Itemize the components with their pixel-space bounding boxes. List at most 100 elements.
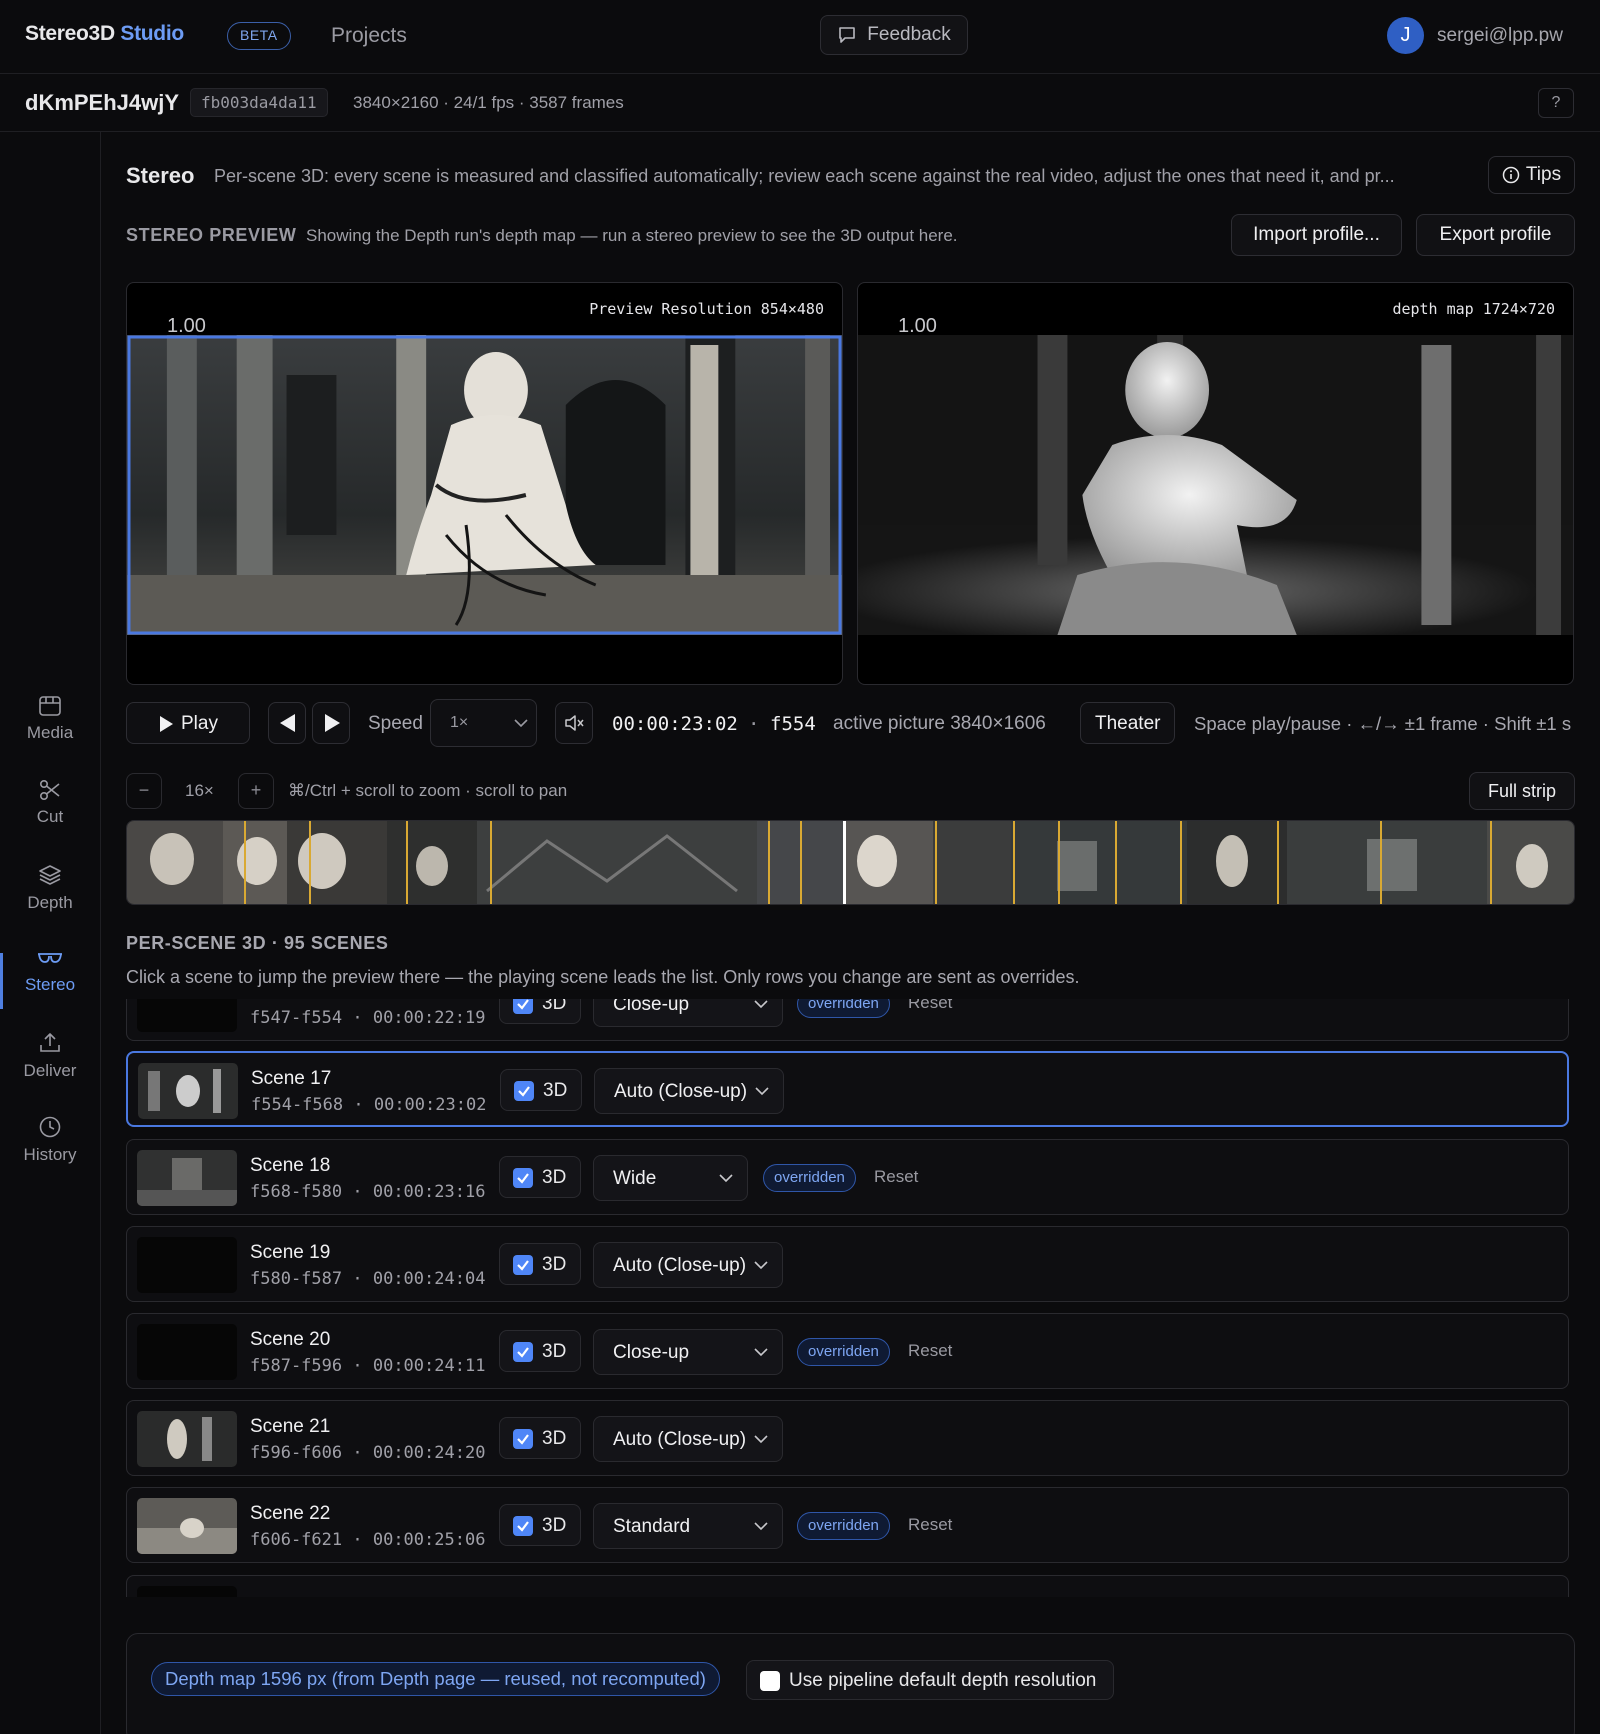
info-icon	[1502, 166, 1520, 184]
scene-profile-select[interactable]: Auto (Close-up)	[593, 1242, 783, 1288]
import-profile-button[interactable]: Import profile...	[1231, 214, 1402, 256]
scene-profile-select[interactable]: Close-up	[593, 999, 783, 1027]
scene-profile-select[interactable]: Standard	[593, 1503, 783, 1549]
cut-marker	[490, 821, 492, 904]
depth-map-panel[interactable]: depth map 1724×720 1.00	[857, 282, 1574, 685]
scene-3d-checkbox[interactable]: 3D	[499, 1330, 581, 1372]
next-frame-button[interactable]	[312, 702, 350, 744]
scene-3d-checkbox[interactable]: 3D	[499, 1243, 581, 1285]
sidebar-item-deliver[interactable]: Deliver	[0, 1031, 100, 1111]
scene-row[interactable]: Scene 20 f587-f596 · 00:00:24:11 3D Clos…	[126, 1313, 1569, 1389]
zoom-in-button[interactable]: +	[238, 773, 274, 809]
scene-thumbnail	[137, 1411, 237, 1467]
scene-profile-select[interactable]: Close-up	[593, 1329, 783, 1375]
tips-label: Tips	[1525, 164, 1562, 185]
scene-thumbnail	[137, 1324, 237, 1380]
nav-projects-link[interactable]: Projects	[331, 24, 407, 48]
scene-row[interactable]: Scene 22 f606-f621 · 00:00:25:06 3D Stan…	[126, 1487, 1569, 1563]
avatar[interactable]: J	[1387, 17, 1424, 54]
scenes-section-description: Click a scene to jump the preview there …	[126, 967, 1080, 987]
cut-marker	[1277, 821, 1279, 904]
frame-number: f554	[770, 713, 816, 735]
glasses-icon	[38, 953, 62, 963]
clock-icon	[39, 1116, 61, 1138]
timecode-separator: ·	[748, 713, 760, 735]
scene-row-selected[interactable]: Scene 17 f554-f568 · 00:00:23:02 3D Auto…	[126, 1051, 1569, 1127]
play-label: Play	[181, 713, 218, 734]
zoom-level: 16×	[185, 781, 214, 800]
scene-3d-checkbox[interactable]: 3D	[500, 1069, 582, 1111]
reset-button[interactable]: Reset	[908, 999, 952, 1013]
cut-marker	[309, 821, 311, 904]
message-icon	[839, 27, 856, 43]
cut-marker	[244, 821, 246, 904]
scene-list[interactable]: f547-f554 · 00:00:22:19 3D Close-up over…	[126, 999, 1575, 1597]
reset-button[interactable]: Reset	[908, 1515, 952, 1535]
scene-name: Scene 21	[250, 1416, 331, 1437]
feedback-button[interactable]: Feedback	[820, 15, 968, 55]
scene-3d-checkbox[interactable]: 3D	[499, 1504, 581, 1546]
scene-profile-select[interactable]: Wide	[593, 1155, 748, 1201]
scene-row[interactable]: Scene 19 f580-f587 · 00:00:24:04 3D Auto…	[126, 1226, 1569, 1302]
scenes-section-title: PER-SCENE 3D · 95 SCENES	[126, 933, 389, 953]
scene-range: f547-f554 · 00:00:22:19	[250, 1008, 486, 1028]
speed-value: 1×	[450, 714, 469, 731]
play-button[interactable]: Play	[126, 702, 250, 744]
scene-name: Scene 22	[250, 1503, 331, 1524]
scene-profile-select[interactable]: Auto (Close-up)	[593, 1416, 783, 1462]
sidebar: Media Cut Depth Stereo Deliver History	[0, 132, 101, 1734]
sidebar-item-cut[interactable]: Cut	[0, 779, 100, 859]
cut-marker	[1490, 821, 1492, 904]
scene-3d-checkbox[interactable]: 3D	[499, 1156, 581, 1198]
scene-range: f587-f596 · 00:00:24:11	[250, 1356, 486, 1376]
brand-name: Stereo3D	[25, 22, 115, 45]
sidebar-item-history[interactable]: History	[0, 1115, 100, 1195]
theater-button[interactable]: Theater	[1080, 702, 1175, 744]
playhead[interactable]	[843, 821, 846, 904]
user-email[interactable]: sergei@lpp.pw	[1437, 25, 1563, 47]
overridden-badge: overridden	[797, 1338, 890, 1366]
app-logo[interactable]: Stereo3D Studio	[25, 22, 184, 46]
depth-map-image	[858, 335, 1573, 635]
scene-row[interactable]	[126, 1575, 1569, 1597]
sidebar-item-stereo[interactable]: Stereo	[0, 947, 100, 1027]
scissors-icon	[39, 779, 60, 801]
scene-name: Scene 18	[250, 1155, 331, 1176]
chevron-down-icon	[754, 1522, 768, 1531]
scene-row[interactable]: Scene 18 f568-f580 · 00:00:23:16 3D Wide…	[126, 1139, 1569, 1215]
scene-3d-checkbox[interactable]: 3D	[499, 1417, 581, 1459]
overridden-badge: overridden	[797, 999, 890, 1018]
depth-map-resolution-label: depth map 1724×720	[1392, 300, 1555, 318]
full-strip-button[interactable]: Full strip	[1469, 772, 1575, 810]
help-button[interactable]: ?	[1538, 88, 1574, 118]
scene-row[interactable]: Scene 21 f596-f606 · 00:00:24:20 3D Auto…	[126, 1400, 1569, 1476]
stereo-preview-title: STEREO PREVIEW	[126, 225, 297, 245]
export-profile-button[interactable]: Export profile	[1416, 214, 1575, 256]
chevron-down-icon	[755, 1087, 769, 1096]
speed-select[interactable]: 1×	[430, 699, 537, 747]
mute-button[interactable]	[555, 702, 593, 744]
cut-marker	[768, 821, 770, 904]
beta-badge: BETA	[227, 22, 291, 50]
sidebar-item-depth[interactable]: Depth	[0, 863, 100, 943]
preview-panel[interactable]: Preview Resolution 854×480 1.00	[126, 282, 843, 685]
sidebar-item-media[interactable]: Media	[0, 695, 100, 775]
zoom-out-button[interactable]: −	[126, 773, 162, 809]
timeline-filmstrip[interactable]	[126, 820, 1575, 905]
film-icon	[39, 696, 61, 716]
depth-map-scale-value: 1.00	[898, 315, 937, 337]
reset-button[interactable]: Reset	[908, 1341, 952, 1361]
scene-3d-checkbox[interactable]: 3D	[499, 999, 581, 1024]
sidebar-item-label: Stereo	[24, 975, 76, 994]
scene-profile-select[interactable]: Auto (Close-up)	[594, 1068, 784, 1114]
scene-name: Scene 19	[250, 1242, 331, 1263]
step-forward-icon	[325, 714, 340, 732]
tips-button[interactable]: Tips	[1488, 156, 1575, 194]
preview-frame-image	[127, 335, 842, 635]
use-default-depth-checkbox[interactable]: Use pipeline default depth resolution	[746, 1660, 1114, 1700]
cut-marker	[1115, 821, 1117, 904]
project-title: dKmPEhJ4wjY	[25, 90, 180, 115]
scene-row[interactable]: f547-f554 · 00:00:22:19 3D Close-up over…	[126, 999, 1569, 1041]
prev-frame-button[interactable]	[268, 702, 306, 744]
reset-button[interactable]: Reset	[874, 1167, 918, 1187]
